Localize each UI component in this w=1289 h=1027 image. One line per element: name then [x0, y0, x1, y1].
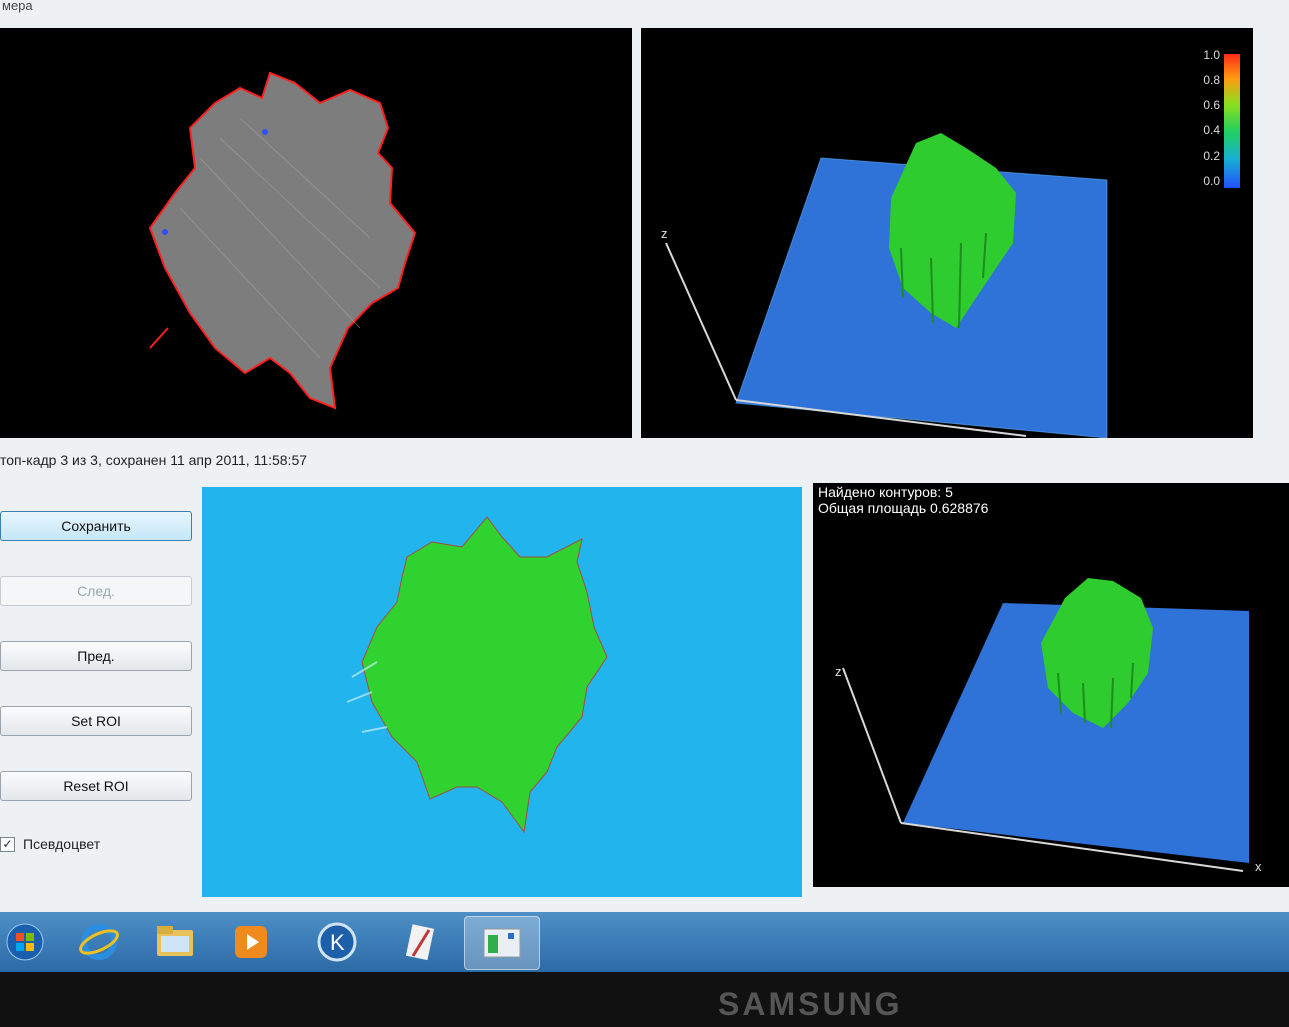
svg-text:K: K: [330, 930, 345, 955]
grayscale-view: [0, 28, 632, 438]
monitor-brand: SAMSUNG: [718, 986, 903, 1022]
prev-button[interactable]: Пред.: [0, 641, 192, 671]
taskbar-ie[interactable]: [62, 916, 136, 968]
legend-label: 0.0: [1203, 174, 1220, 188]
surface-3d-view-2: z x: [813, 483, 1289, 887]
monitor-bezel: [0, 972, 1289, 1027]
folder-icon: [157, 926, 193, 956]
window-title: мера: [2, 0, 33, 13]
surface-plot: z: [661, 133, 1108, 438]
legend-label: 1.0: [1203, 48, 1220, 62]
taskbar-explorer[interactable]: [138, 916, 212, 968]
taskbar-media-player[interactable]: [214, 916, 288, 968]
x-axis-label: x: [1255, 859, 1262, 874]
pseudocolor-checkbox[interactable]: ✓: [0, 836, 15, 852]
taskbar: K: [0, 912, 1289, 972]
next-button[interactable]: След.: [0, 576, 192, 606]
taskbar-kompas[interactable]: K: [300, 916, 374, 968]
frame-status: топ-кадр 3 из 3, сохранен 11 апр 2011, 1…: [0, 452, 308, 468]
play-icon: [235, 926, 267, 958]
windows-orb-icon: [6, 923, 44, 961]
color-legend: 1.0 0.8 0.6 0.4 0.2 0.0: [1190, 48, 1246, 190]
app-window-icon: [483, 928, 521, 958]
contour-image: [148, 71, 417, 410]
total-area: Общая площадь 0.628876: [818, 500, 989, 516]
set-roi-button[interactable]: Set ROI: [0, 706, 192, 736]
taskbar-paint[interactable]: [382, 916, 456, 968]
legend-label: 0.2: [1203, 149, 1220, 163]
save-button[interactable]: Сохранить: [0, 511, 192, 541]
paint-icon: [405, 924, 435, 961]
app-window: мера z 1.0 0.8 0.6 0.4 0.2 0.0 топ-кадр: [0, 0, 1289, 912]
taskbar-active-app[interactable]: [464, 916, 540, 970]
legend-label: 0.8: [1203, 73, 1220, 87]
surface-plot-2: z x: [835, 578, 1262, 874]
legend-label: 0.4: [1203, 123, 1220, 137]
contours-count: Найдено контуров: 5: [818, 484, 953, 500]
pseudocolor-image: [346, 516, 608, 834]
z-axis-label: z: [835, 664, 842, 679]
z-axis-label: z: [661, 226, 668, 241]
legend-label: 0.6: [1203, 98, 1220, 112]
pseudocolor-option[interactable]: ✓ Псевдоцвет: [0, 836, 100, 852]
legend-gradient: [1224, 54, 1240, 188]
pseudocolor-label: Псевдоцвет: [23, 836, 101, 852]
reset-roi-button[interactable]: Reset ROI: [0, 771, 192, 801]
kompas-icon: K: [317, 922, 357, 962]
internet-explorer-icon: [79, 924, 119, 960]
pseudocolor-view: [202, 487, 802, 897]
surface-3d-view: z: [641, 28, 1253, 438]
start-button[interactable]: [0, 916, 50, 968]
